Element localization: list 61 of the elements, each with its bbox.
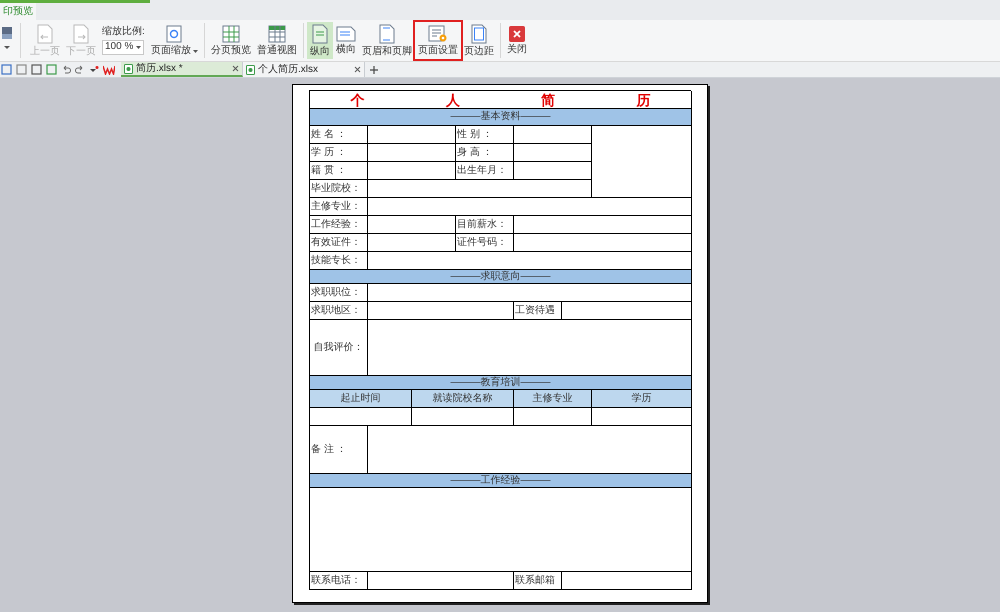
page-icon [378, 24, 395, 44]
cell-label: 出生年月： [456, 162, 514, 180]
section-heading: ———求职意向——— [310, 270, 692, 284]
cell-label: 有效证件： [310, 234, 368, 252]
page-icon [312, 24, 328, 44]
cell-label: 姓 名 ： [310, 126, 368, 144]
cell-label: 主修专业： [310, 198, 368, 216]
close-icon [508, 26, 525, 42]
grid-icon [268, 25, 286, 43]
cell-label: 毕业院校： [310, 180, 368, 198]
caret-icon [136, 46, 141, 48]
page-icon [470, 24, 487, 44]
close-icon[interactable] [354, 66, 361, 73]
menu-button[interactable]: 页面缩放 [148, 22, 201, 59]
page-gear-icon [428, 25, 448, 43]
section-heading: ———工作经验——— [310, 474, 692, 488]
cell-label: 联系电话： [310, 572, 368, 590]
cell-label: 工资待遇 [514, 302, 562, 320]
w-logo-icon[interactable] [103, 64, 115, 74]
toggle-button[interactable]: 横向 [332, 22, 359, 59]
cell-label: 证件号码： [456, 234, 514, 252]
zoom-icon [166, 25, 182, 43]
cell-label: 求职职位： [310, 284, 368, 302]
toolbar-button[interactable]: 页眉和页脚 [358, 22, 415, 59]
cell-label: 目前薪水： [456, 216, 514, 234]
toolbar-button[interactable]: 分页预览 [208, 22, 254, 59]
toggle-button[interactable]: 纵向 [306, 22, 333, 59]
add-tab-icon[interactable] [369, 64, 379, 74]
section-heading: ———基本资料——— [310, 109, 692, 126]
grid-icon [222, 25, 240, 43]
redo-icon[interactable] [75, 64, 85, 74]
document-tab[interactable]: 简历.xlsx * [121, 62, 243, 77]
toolbar-button[interactable]: 关闭 [504, 22, 530, 59]
document-tab[interactable]: 个人简历.xlsx [243, 62, 365, 77]
toolbar-button[interactable]: 页面设置 [414, 22, 461, 59]
close-icon[interactable] [232, 65, 239, 72]
column-header: 就读院校名称 [412, 390, 514, 408]
toolbar-button[interactable]: 普通视图 [254, 22, 300, 59]
zoom-dropdown[interactable]: 100 % [102, 40, 144, 54]
page-arrow-icon [37, 24, 53, 44]
cell-label: 籍 贯 ： [310, 162, 368, 180]
column-header: 学历 [592, 390, 692, 408]
section-heading: ———教育培训——— [310, 376, 692, 390]
column-header: 起止时间 [310, 390, 412, 408]
cell-label: 学 历 ： [310, 144, 368, 162]
spreadsheet-icon [246, 64, 255, 74]
cell-label: 求职地区： [310, 302, 368, 320]
page-arrow-icon [73, 24, 89, 44]
ribbon-tab[interactable]: 印预览 [0, 3, 36, 20]
dropdown-icon[interactable] [89, 64, 99, 74]
spreadsheet-icon [124, 64, 133, 74]
caret-icon [192, 50, 198, 52]
cell-label: 身 高 ： [456, 144, 514, 162]
cell-label: 性 别 ： [456, 126, 514, 144]
cell-label: 联系邮箱 [514, 572, 562, 590]
zoom-label: 缩放比例: [102, 26, 145, 36]
column-header: 主修专业 [514, 390, 592, 408]
page-icon [336, 26, 356, 42]
toolbar-button[interactable]: 页边距 [460, 22, 497, 59]
undo-icon[interactable] [61, 64, 71, 74]
cell-label: 工作经验： [310, 216, 368, 234]
